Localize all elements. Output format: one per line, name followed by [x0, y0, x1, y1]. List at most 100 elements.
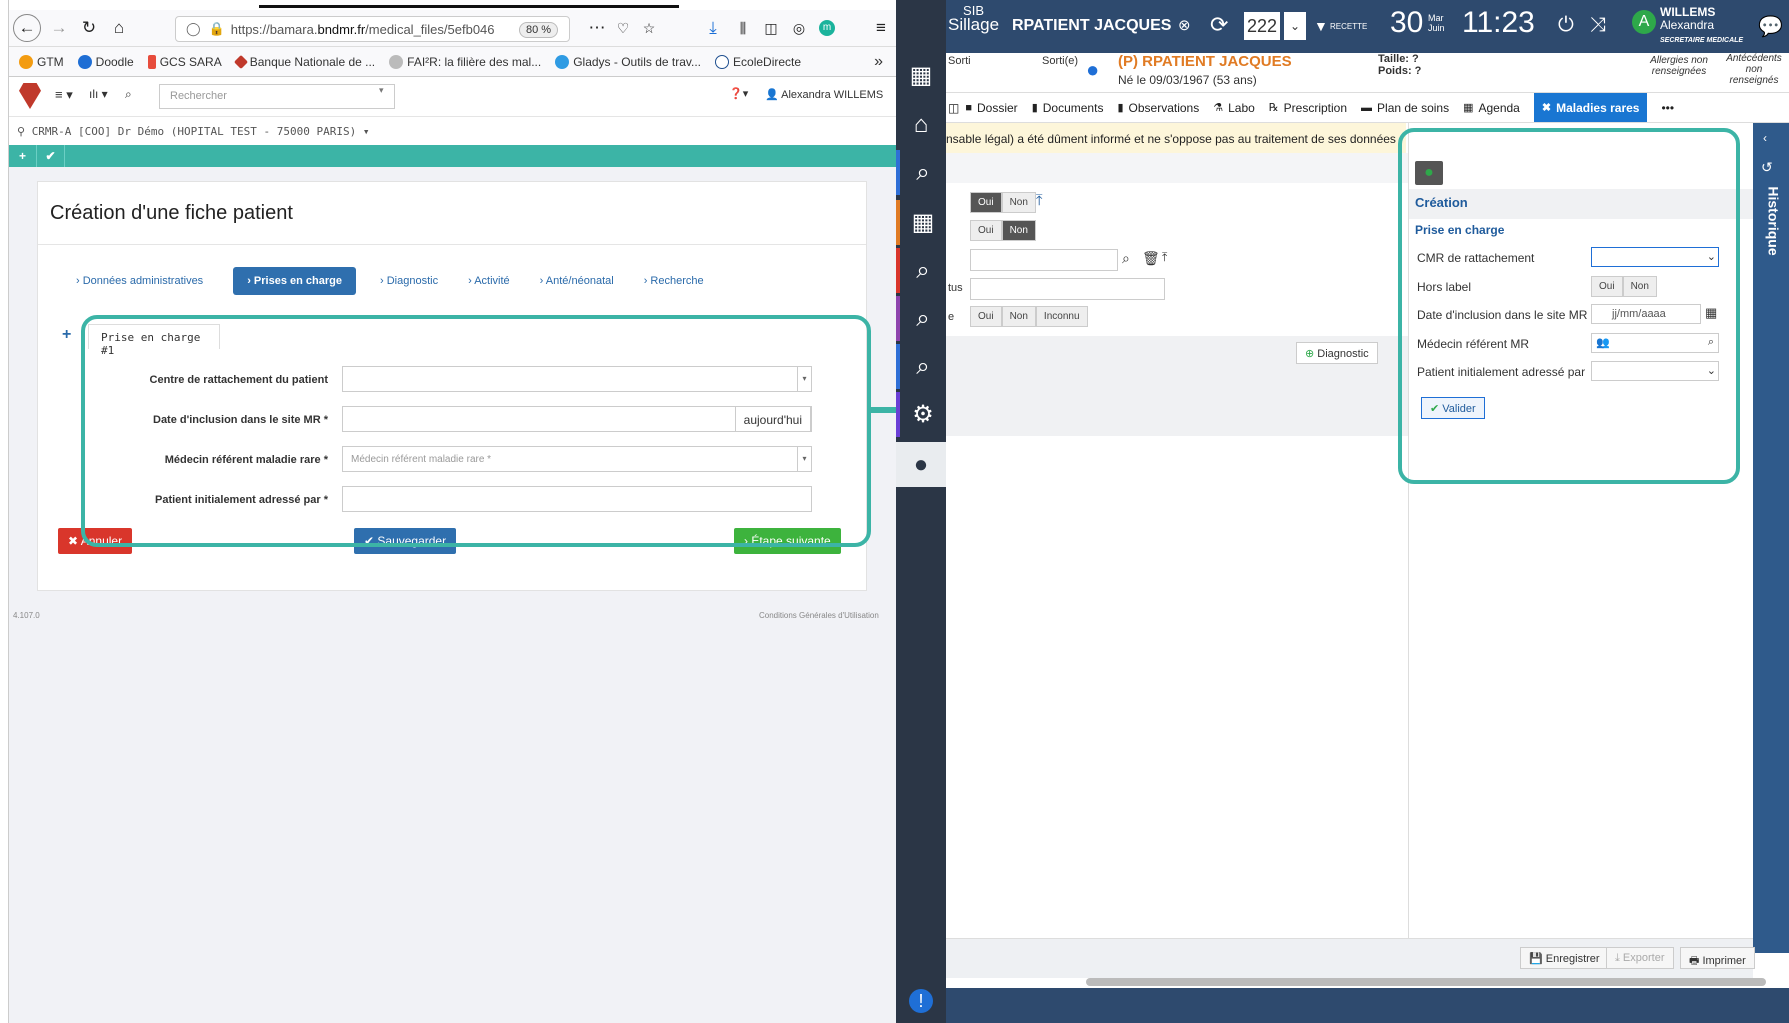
context-selector[interactable]: ⚲ CRMR-A [COO] Dr Démo (HOPITAL TEST - 7…: [9, 117, 897, 145]
search-icon[interactable]: ⌕: [896, 248, 946, 293]
bed-icon: ▬: [1361, 101, 1373, 114]
page-actions-icon[interactable]: ⋯: [583, 14, 611, 42]
patient-icon[interactable]: ●: [896, 442, 946, 487]
plus-icon[interactable]: +: [9, 145, 37, 167]
more-bookmarks-icon[interactable]: »: [874, 53, 883, 71]
bookmark-doodle[interactable]: Doodle: [77, 54, 134, 69]
alert-icon[interactable]: !: [896, 978, 946, 1023]
lock-icon: 🔒: [208, 21, 225, 36]
search-icon[interactable]: ⌕: [896, 150, 946, 195]
bookmark-gcs-sara[interactable]: GCS SARA: [147, 54, 222, 69]
date-day: 30: [1390, 6, 1424, 39]
non-option[interactable]: Non: [1001, 306, 1036, 327]
status-select[interactable]: [970, 278, 1165, 300]
menu-grid-icon[interactable]: ◫: [948, 101, 959, 115]
pocket-icon[interactable]: ♡: [609, 14, 637, 42]
url-bar[interactable]: ◯ 🔒 https://bamara. bndmr.fr/medical_file…: [175, 16, 570, 42]
list-menu-icon[interactable]: ≡ ▾: [55, 87, 73, 103]
bookmark-fai2r[interactable]: FAI²R: la filière des mal...: [389, 54, 541, 69]
add-tab-icon[interactable]: +: [62, 326, 71, 344]
chat-icon[interactable]: 💬: [1758, 14, 1783, 39]
download-icon[interactable]: ⤓: [699, 14, 727, 42]
star-icon[interactable]: ☆: [635, 14, 663, 42]
bookmark-gtm[interactable]: GTM: [19, 54, 64, 69]
menu-agenda[interactable]: ▦ Agenda: [1463, 101, 1520, 115]
refresh-icon[interactable]: ⟳: [1210, 12, 1228, 38]
chevron-down-icon[interactable]: ⌄: [1284, 12, 1306, 40]
bookmark-bnd[interactable]: Banque Nationale de ...: [233, 54, 375, 69]
oui-non-toggle-1[interactable]: Oui Non ⤒: [970, 192, 1043, 213]
tools-icon[interactable]: ⚙: [896, 392, 946, 437]
menu-labo[interactable]: ⚗ Labo: [1213, 101, 1255, 115]
non-option[interactable]: Non: [1001, 192, 1036, 213]
export-button[interactable]: ⤓ Exporter: [1606, 947, 1674, 969]
reload-icon[interactable]: ↻: [75, 14, 103, 42]
forward-icon[interactable]: →: [45, 14, 73, 42]
avatar[interactable]: A: [1632, 10, 1656, 34]
step-ante[interactable]: › Anté/néonatal: [540, 267, 614, 295]
sidebar-icon[interactable]: ◫: [757, 14, 785, 42]
menu-icon[interactable]: ≡: [867, 14, 895, 42]
help-icon[interactable]: ❓▾: [729, 87, 748, 100]
menu-documents[interactable]: ▮ Documents: [1032, 101, 1104, 115]
trash-icon[interactable]: 🗑: [1142, 250, 1160, 267]
back-icon[interactable]: ←: [13, 14, 41, 42]
search-field[interactable]: [970, 249, 1118, 271]
chevron-left-icon[interactable]: ‹: [1763, 131, 1767, 145]
more-icon[interactable]: •••: [1661, 101, 1674, 115]
search-icon[interactable]: ⌕: [1122, 250, 1130, 267]
menu-prescription[interactable]: ℞ Prescription: [1269, 101, 1347, 115]
power-icon[interactable]: ⏻: [1558, 14, 1574, 37]
step-donnees[interactable]: › Données administratives: [76, 267, 203, 295]
sillage-logo[interactable]: SIB Sillage: [948, 4, 999, 34]
step-diagnostic[interactable]: › Diagnostic: [380, 267, 438, 295]
close-patient-icon[interactable]: ⊗: [1178, 16, 1191, 34]
home-icon[interactable]: ⌂: [896, 102, 946, 147]
menu-maladies-rares[interactable]: ✖ Maladies rares: [1533, 93, 1648, 122]
cgu-link[interactable]: Conditions Générales d'Utilisation: [759, 611, 879, 620]
profile-icon[interactable]: m: [813, 14, 841, 42]
check-icon[interactable]: ✔: [37, 145, 65, 167]
zoom-badge[interactable]: 80 %: [519, 22, 559, 38]
print-label: Imprimer: [1702, 955, 1746, 967]
diagnostic-button[interactable]: ⊕ Diagnostic: [1296, 342, 1378, 364]
count-box[interactable]: 222: [1244, 12, 1280, 40]
bookmark-gladys[interactable]: Gladys - Outils de trav...: [555, 54, 701, 69]
search-icon[interactable]: ⌕: [896, 296, 946, 341]
menu-observations[interactable]: ▮ Observations: [1117, 101, 1199, 115]
oui-option[interactable]: Oui: [970, 192, 1002, 213]
save-button[interactable]: 💾 Enregistrer: [1520, 947, 1609, 969]
search-icon[interactable]: ⌕: [896, 344, 946, 389]
bamara-logo[interactable]: [19, 83, 41, 109]
search-input[interactable]: Rechercher: [159, 84, 395, 109]
print-button[interactable]: 🖶 Imprimer: [1680, 947, 1755, 969]
upload-icon[interactable]: ⤒: [1036, 192, 1043, 209]
oui-option[interactable]: Oui: [970, 220, 1002, 241]
chart-menu-icon[interactable]: ılı ▾: [89, 87, 108, 101]
step-activite[interactable]: › Activité: [468, 267, 510, 295]
step-recherche[interactable]: › Recherche: [644, 267, 704, 295]
filter-icon[interactable]: ▼: [1314, 18, 1328, 34]
calendar-icon[interactable]: ▦: [896, 200, 946, 245]
step-prises[interactable]: › Prises en charge: [233, 267, 356, 295]
plus-icon: ⊕: [1305, 348, 1315, 360]
patient-banner: Sorti Sorti(e) ● (P) RPATIENT JACQUES Né…: [946, 53, 1789, 93]
oui-option[interactable]: Oui: [970, 306, 1002, 327]
non-option[interactable]: Non: [1001, 220, 1036, 241]
bookmark-ecoledirecte[interactable]: EcoleDirecte: [715, 54, 801, 69]
menu-plan-de-soins[interactable]: ▬ Plan de soins: [1361, 101, 1449, 115]
chevron-down-icon[interactable]: ▾: [379, 85, 384, 96]
apps-icon[interactable]: ▦: [896, 53, 946, 98]
horizontal-scrollbar[interactable]: [1086, 978, 1766, 986]
oui-non-inconnu-toggle[interactable]: Oui Non Inconnu: [970, 306, 1088, 327]
oui-non-toggle-2[interactable]: Oui Non: [970, 220, 1036, 241]
extension-icon[interactable]: ◎: [785, 14, 813, 42]
menu-dossier[interactable]: ■ Dossier: [965, 101, 1017, 115]
inconnu-option[interactable]: Inconnu: [1035, 306, 1088, 327]
upload-icon[interactable]: ⤒: [1162, 250, 1167, 265]
historique-panel[interactable]: ‹ ↺ Historique: [1753, 123, 1789, 953]
user-menu[interactable]: 👤 Alexandra WILLEMS: [765, 88, 883, 101]
shuffle-icon[interactable]: ⤨: [1590, 14, 1606, 37]
home-icon[interactable]: ⌂: [105, 14, 133, 42]
library-icon[interactable]: ⫼: [729, 14, 757, 42]
